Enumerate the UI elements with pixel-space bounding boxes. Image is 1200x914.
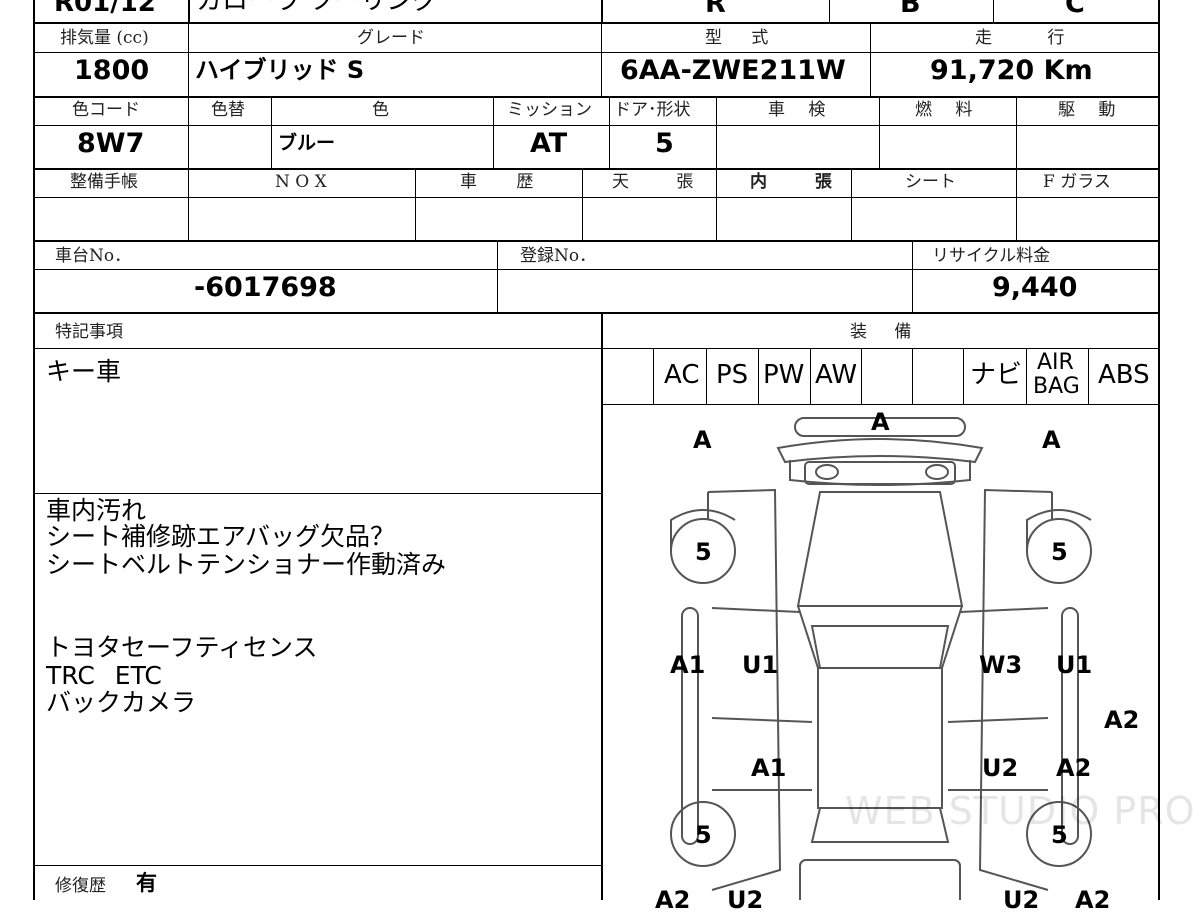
- damage-right-u1: U1: [1056, 651, 1093, 679]
- damage-left-u1: U1: [742, 651, 779, 679]
- damage-bottom-u2-right: U2: [1003, 886, 1040, 914]
- damage-right-u2: U2: [982, 754, 1019, 782]
- watermark: WEB STUDIO PRO: [845, 789, 1196, 833]
- damage-front-right: A: [1042, 426, 1061, 454]
- car-body-diagram: [670, 417, 1092, 900]
- damage-right-w3: W3: [979, 651, 1023, 679]
- damage-left-a1-lower: A1: [751, 754, 787, 782]
- wheel-rear-left: 5: [695, 821, 712, 849]
- damage-front-left: A: [693, 426, 712, 454]
- damage-right-a2: A2: [1104, 706, 1140, 734]
- damage-left-a1: A1: [670, 651, 706, 679]
- wheel-front-right: 5: [1051, 538, 1068, 566]
- damage-bottom-a2-left: A2: [655, 886, 691, 914]
- damage-right-a2-lower: A2: [1056, 754, 1092, 782]
- wheel-front-left: 5: [695, 538, 712, 566]
- damage-bottom-a2-right: A2: [1075, 886, 1111, 914]
- damage-front-center: A: [871, 408, 890, 436]
- damage-bottom-u2-left: U2: [727, 886, 764, 914]
